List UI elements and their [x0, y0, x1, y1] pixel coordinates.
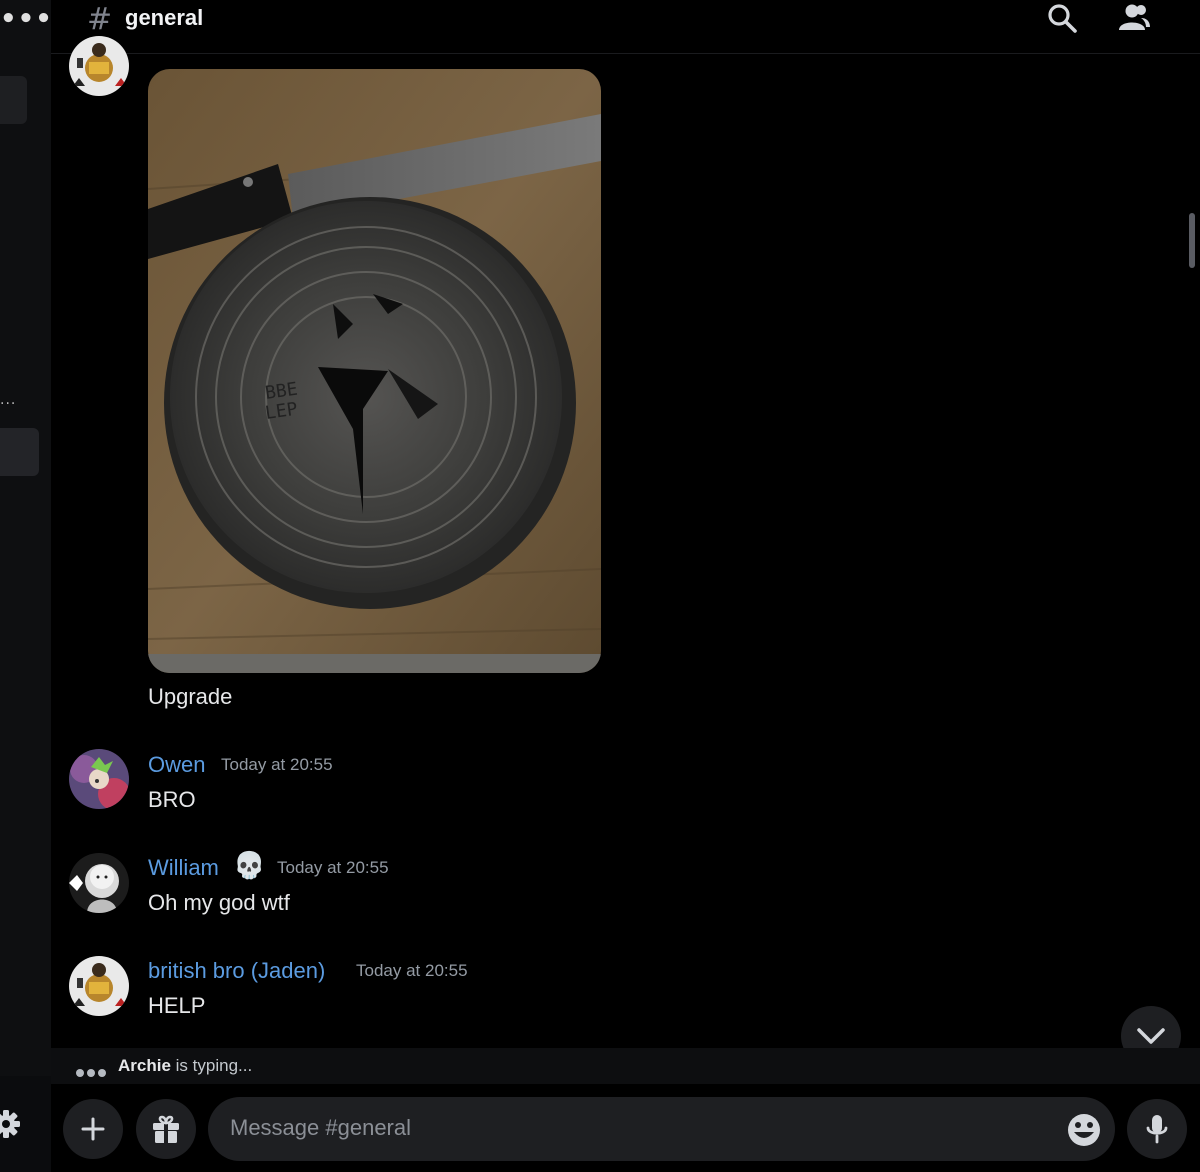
avatar[interactable]	[69, 853, 129, 913]
role-badge: 💀	[233, 851, 266, 881]
gear-icon[interactable]	[0, 1107, 22, 1141]
chevron-down-icon	[1137, 1028, 1165, 1044]
more-icon[interactable]: ...	[0, 392, 16, 408]
typing-indicator: Archie is typing...	[51, 1048, 1200, 1084]
message-input-placeholder[interactable]: Message #general	[230, 1115, 411, 1141]
search-icon[interactable]	[1045, 0, 1079, 34]
sidebar-item[interactable]	[0, 76, 27, 124]
message-timestamp: Today at 20:55	[221, 755, 333, 774]
typing-suffix: is typing...	[175, 1056, 253, 1075]
message-text: BRO	[148, 787, 196, 812]
microphone-icon	[1146, 1115, 1168, 1144]
channel-sidebar: ••• ...	[0, 0, 53, 1172]
channel-header: # general	[51, 0, 1200, 54]
message-username[interactable]: british bro (Jaden)	[148, 958, 325, 984]
hashtag-icon: #	[87, 2, 113, 37]
typing-dots-icon	[76, 1062, 109, 1081]
avatar[interactable]	[69, 36, 129, 96]
plus-icon	[81, 1117, 105, 1141]
message-text: Upgrade	[148, 684, 233, 709]
emoji-icon[interactable]	[1064, 1110, 1104, 1150]
add-attachment-button[interactable]	[63, 1099, 123, 1159]
message-username[interactable]: William	[148, 855, 219, 881]
message-timestamp: Today at 20:55	[356, 961, 468, 980]
voice-message-button[interactable]	[1127, 1099, 1187, 1159]
typing-user: Archie	[118, 1056, 171, 1075]
avatar[interactable]	[69, 749, 129, 809]
more-icon[interactable]: •••	[0, 4, 53, 34]
message-text: HELP	[148, 993, 206, 1018]
message-timestamp: Today at 20:55	[277, 858, 389, 877]
gift-icon	[153, 1115, 179, 1143]
sidebar-item-selected[interactable]	[0, 428, 39, 476]
scrollbar[interactable]	[1189, 213, 1195, 268]
channel-title: general	[125, 5, 204, 30]
members-icon[interactable]	[1117, 0, 1151, 34]
gift-button[interactable]	[136, 1099, 196, 1159]
typing-text: Archie is typing...	[118, 1056, 252, 1076]
message-username[interactable]: Owen	[148, 752, 205, 778]
image-attachment[interactable]: BBE LEP	[148, 69, 601, 673]
avatar[interactable]	[69, 956, 129, 1016]
message-text: Oh my god wtf	[148, 890, 290, 915]
